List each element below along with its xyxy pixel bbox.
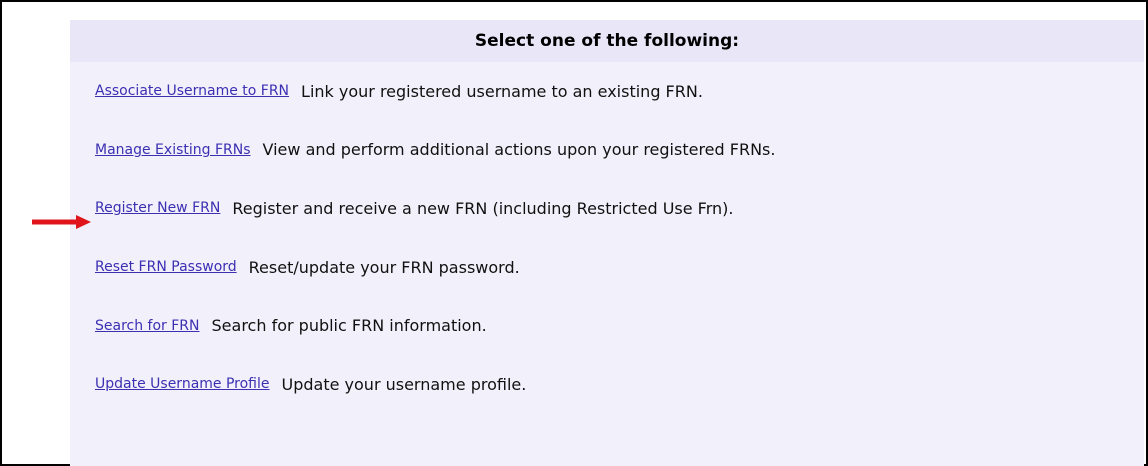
update-username-profile-link[interactable]: Update Username Profile bbox=[95, 376, 270, 392]
option-register-new-frn: Register New FRN Register and receive a … bbox=[95, 179, 775, 238]
manage-existing-frns-link[interactable]: Manage Existing FRNs bbox=[95, 142, 251, 158]
option-description: View and perform additional actions upon… bbox=[262, 140, 776, 160]
option-description: Link your registered username to an exis… bbox=[301, 81, 703, 101]
panel-heading: Select one of the following: bbox=[70, 20, 1144, 62]
option-associate-username: Associate Username to FRN Link your regi… bbox=[95, 62, 775, 121]
screenshot-frame: Select one of the following: Associate U… bbox=[0, 0, 1148, 466]
option-manage-existing-frns: Manage Existing FRNs View and perform ad… bbox=[95, 121, 775, 180]
search-for-frn-link[interactable]: Search for FRN bbox=[95, 318, 200, 334]
option-description: Search for public FRN information. bbox=[211, 316, 487, 336]
option-description: Reset/update your FRN password. bbox=[248, 257, 520, 277]
register-new-frn-link[interactable]: Register New FRN bbox=[95, 200, 220, 216]
options-list: Associate Username to FRN Link your regi… bbox=[95, 62, 775, 414]
option-search-for-frn: Search for FRN Search for public FRN inf… bbox=[95, 296, 775, 355]
option-description: Update your username profile. bbox=[281, 374, 527, 394]
associate-username-link[interactable]: Associate Username to FRN bbox=[95, 83, 289, 99]
option-reset-frn-password: Reset FRN Password Reset/update your FRN… bbox=[95, 238, 775, 297]
option-description: Register and receive a new FRN (includin… bbox=[232, 198, 734, 218]
arrow-right-icon bbox=[32, 215, 91, 229]
frn-options-panel: Select one of the following: Associate U… bbox=[70, 20, 1144, 466]
option-update-username-profile: Update Username Profile Update your user… bbox=[95, 355, 775, 414]
reset-frn-password-link[interactable]: Reset FRN Password bbox=[95, 259, 237, 275]
